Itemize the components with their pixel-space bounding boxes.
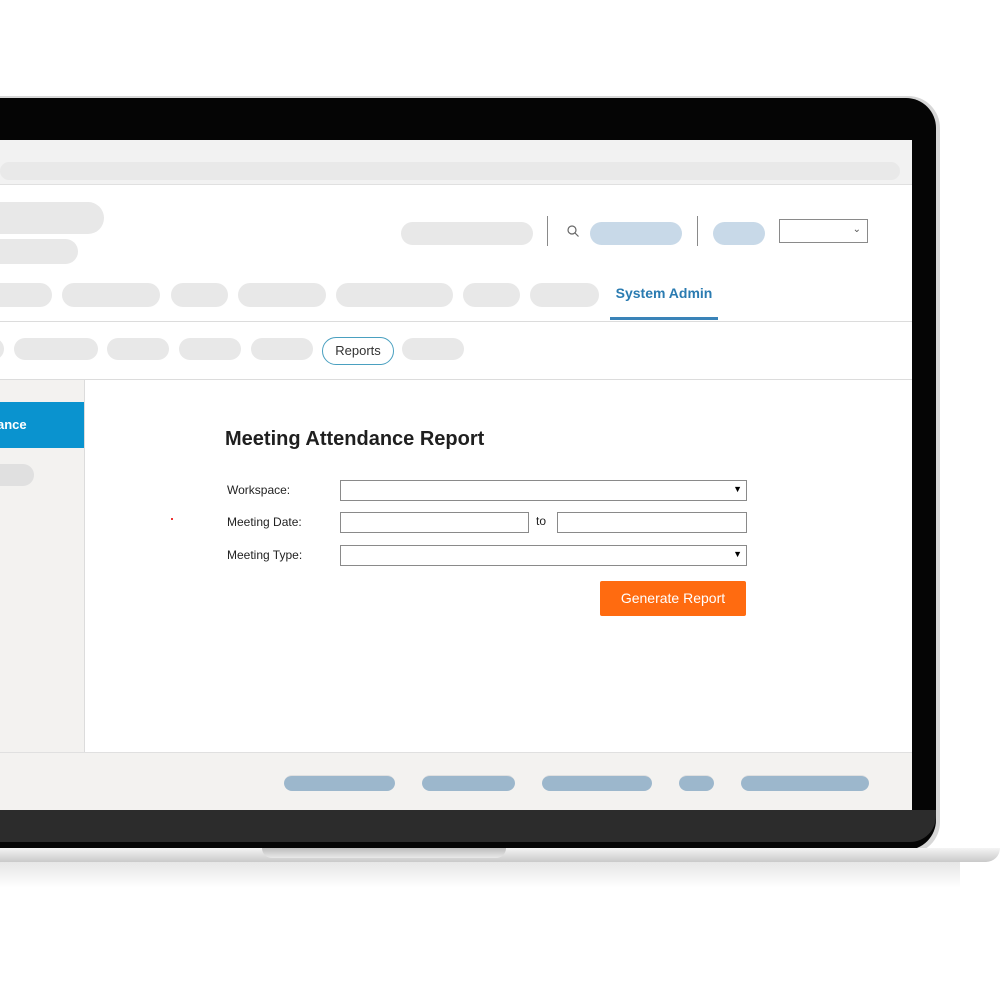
chevron-down-icon: ⌄ <box>852 224 861 235</box>
footer-link[interactable] <box>741 775 869 791</box>
nav-item[interactable] <box>530 283 599 307</box>
required-marker <box>171 518 173 520</box>
meeting-type-select[interactable]: ▼ <box>340 545 747 566</box>
tab-reports[interactable]: Reports <box>322 337 394 365</box>
footer-link[interactable] <box>422 775 515 791</box>
language-select[interactable]: ⌄ <box>779 219 868 243</box>
nav-item[interactable] <box>0 283 52 307</box>
subtitle-placeholder <box>0 239 78 264</box>
subnav-item[interactable] <box>402 338 464 360</box>
subnav-item[interactable] <box>14 338 98 360</box>
sidebar-item-attendance[interactable]: ance <box>0 402 84 448</box>
laptop-notch <box>262 848 506 858</box>
subnav-item[interactable] <box>179 338 241 360</box>
header-divider <box>547 216 548 246</box>
sidebar-item[interactable] <box>0 464 34 486</box>
meeting-date-label: Meeting Date: <box>227 515 302 529</box>
generate-report-button[interactable]: Generate Report <box>600 581 746 616</box>
date-from-input[interactable] <box>340 512 529 533</box>
search-icon[interactable] <box>566 224 580 238</box>
subnav-item[interactable] <box>107 338 169 360</box>
url-bar[interactable] <box>0 162 900 180</box>
caret-down-icon: ▼ <box>733 549 742 559</box>
subnav-divider <box>0 379 912 380</box>
nav-item[interactable] <box>171 283 228 307</box>
nav-item[interactable] <box>336 283 453 307</box>
workspace-label: Workspace: <box>227 483 291 497</box>
laptop-chin <box>0 810 936 842</box>
nav-item[interactable] <box>238 283 326 307</box>
header-button[interactable] <box>713 222 765 245</box>
footer-link[interactable] <box>679 775 714 791</box>
workspace-select[interactable]: ▼ <box>340 480 747 501</box>
nav-item[interactable] <box>62 283 160 307</box>
date-separator: to <box>536 514 547 528</box>
date-to-input[interactable] <box>557 512 747 533</box>
app-screen: ⌄ System Admin Reports ance Meeting Atte… <box>0 140 912 810</box>
search-input[interactable] <box>590 222 682 245</box>
laptop-shadow <box>0 862 960 888</box>
nav-item[interactable] <box>463 283 520 307</box>
footer-link[interactable] <box>284 775 395 791</box>
logo-placeholder <box>0 202 104 234</box>
subnav-item[interactable] <box>0 338 4 360</box>
footer <box>0 752 912 810</box>
subnav-item[interactable] <box>251 338 313 360</box>
page-title: Meeting Attendance Report <box>225 428 485 450</box>
caret-down-icon: ▼ <box>733 484 742 494</box>
browser-bar <box>0 140 912 185</box>
header-divider-2 <box>697 216 698 246</box>
tab-system-admin[interactable]: System Admin <box>610 282 718 320</box>
nav-divider <box>0 321 912 322</box>
meeting-type-label: Meeting Type: <box>227 548 303 562</box>
sidebar: ance <box>0 380 85 752</box>
user-info-placeholder <box>401 222 533 245</box>
footer-link[interactable] <box>542 775 652 791</box>
